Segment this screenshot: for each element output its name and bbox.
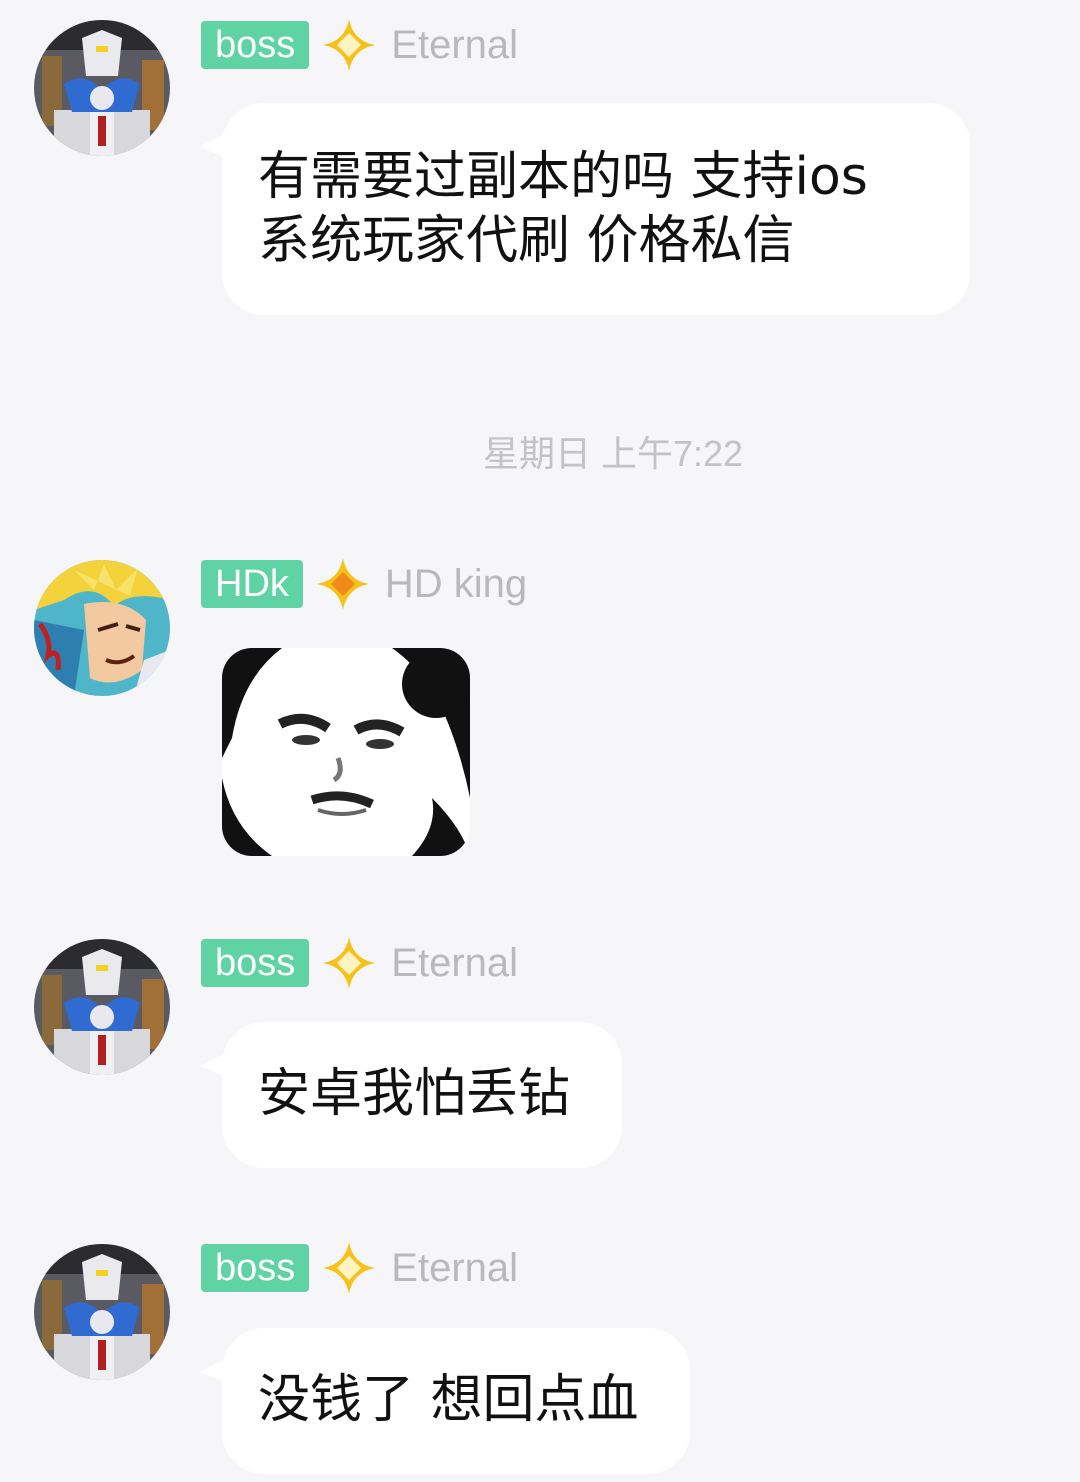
- sender-nickname: Eternal: [391, 940, 519, 985]
- message-bubble[interactable]: 有需要过副本的吗 支持ios 系统玩家代刷 价格私信: [200, 103, 970, 315]
- sender-row: boss Eternal: [201, 935, 519, 991]
- sticker-message[interactable]: [222, 648, 470, 856]
- user-avatar[interactable]: [34, 939, 170, 1075]
- star-badge-icon: [321, 17, 377, 73]
- timestamp-divider: 星期日 上午7:22: [482, 433, 744, 474]
- star-badge-icon: [321, 935, 377, 991]
- bubble-tail-icon: [200, 125, 244, 169]
- star-badge-icon: [315, 556, 371, 612]
- star-badge-icon: [321, 1240, 377, 1296]
- sender-tag: HDk: [201, 560, 303, 608]
- armored-figure-avatar-icon: [34, 1244, 170, 1380]
- user-avatar[interactable]: [34, 1244, 170, 1380]
- sender-tag: boss: [201, 1244, 310, 1292]
- message-bubble[interactable]: 安卓我怕丢钻: [200, 1022, 622, 1168]
- sender-nickname: Eternal: [391, 22, 519, 67]
- sender-row: boss Eternal: [201, 1240, 519, 1296]
- message-text: 有需要过副本的吗 支持ios 系统玩家代刷 价格私信: [258, 147, 868, 271]
- sender-tag: boss: [201, 939, 310, 987]
- bubble-tail-icon: [200, 1044, 244, 1088]
- panda-face-meme-sticker-icon: [222, 648, 470, 856]
- message-bubble[interactable]: 没钱了 想回点血: [200, 1328, 690, 1474]
- armored-figure-avatar-icon: [34, 939, 170, 1075]
- user-avatar[interactable]: [34, 560, 170, 696]
- sender-row: boss Eternal: [201, 17, 519, 73]
- sender-nickname: Eternal: [391, 1245, 519, 1290]
- message-text: 没钱了 想回点血: [258, 1370, 639, 1430]
- message-text: 安卓我怕丢钻: [258, 1064, 571, 1124]
- user-avatar[interactable]: [34, 20, 170, 156]
- bubble-tail-icon: [200, 1350, 244, 1394]
- sender-nickname: HD king: [384, 561, 528, 606]
- anime-character-avatar-icon: [34, 560, 170, 696]
- sender-tag: boss: [201, 21, 310, 69]
- armored-figure-avatar-icon: [34, 20, 170, 156]
- sender-row: HDk HD king: [201, 556, 528, 612]
